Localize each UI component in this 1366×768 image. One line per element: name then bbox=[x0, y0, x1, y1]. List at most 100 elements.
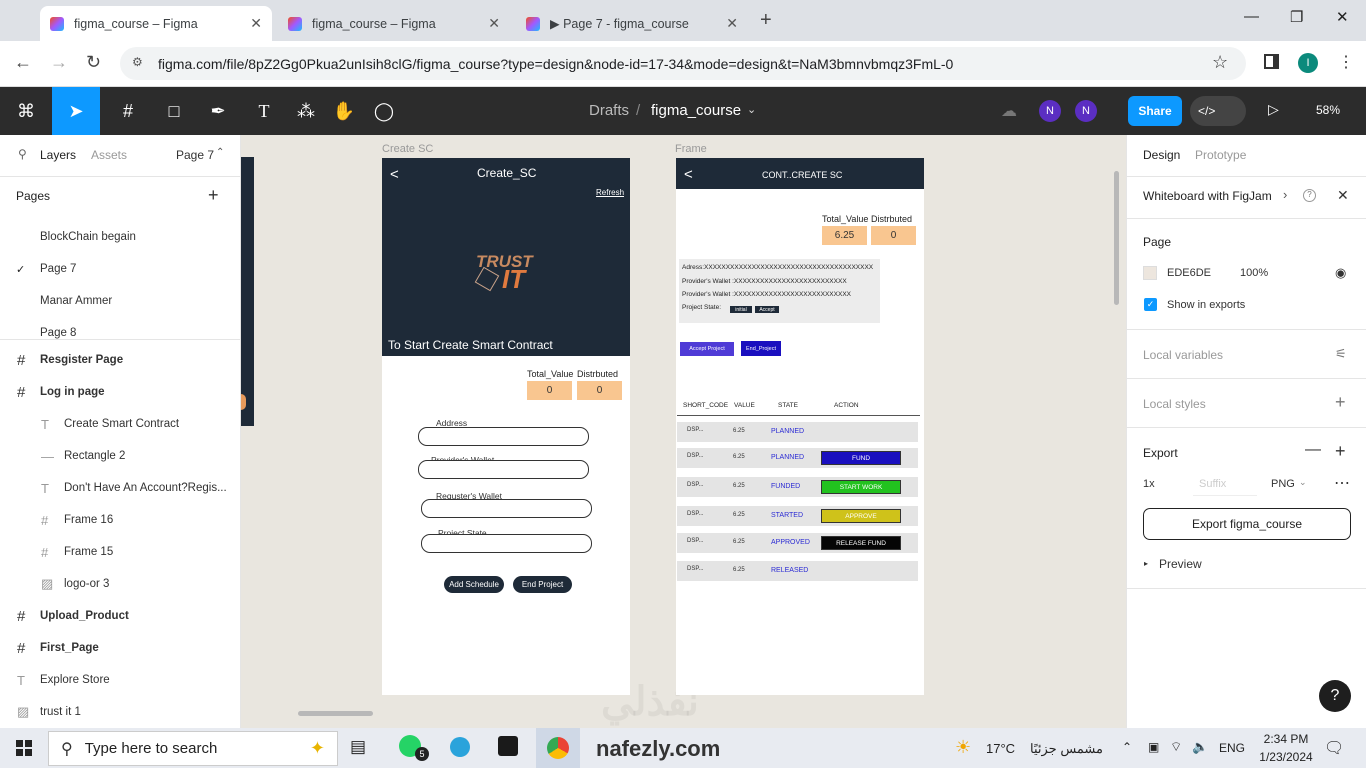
remove-export-icon[interactable]: — bbox=[1305, 441, 1321, 459]
page-opacity[interactable]: 100% bbox=[1240, 267, 1268, 279]
new-tab-icon[interactable]: + bbox=[760, 9, 772, 32]
avatar[interactable]: N bbox=[1039, 100, 1061, 122]
dev-mode-toggle[interactable]: </> bbox=[1190, 96, 1246, 126]
language-indicator[interactable]: ENG bbox=[1219, 741, 1245, 755]
frame-label[interactable]: Create SC bbox=[382, 143, 433, 155]
notifications-icon[interactable]: 🗨 bbox=[1324, 738, 1344, 758]
page-color-hex[interactable]: EDE6DE bbox=[1167, 267, 1211, 279]
whiteboard-banner[interactable]: Whiteboard with FigJam bbox=[1143, 189, 1272, 203]
frame-tool-icon[interactable]: # bbox=[110, 87, 146, 135]
table-row[interactable]: DSP... 6.25 FUNDED START WORK bbox=[677, 477, 918, 497]
browser-tab-active[interactable]: figma_course – Figma ✕ bbox=[40, 6, 272, 41]
eye-icon[interactable]: ◉ bbox=[1335, 265, 1346, 281]
resources-icon[interactable]: ⁂ bbox=[290, 87, 322, 135]
export-button[interactable]: Export figma_course bbox=[1143, 508, 1351, 540]
tab-design[interactable]: Design bbox=[1143, 148, 1180, 162]
caret-right-icon[interactable]: ▸ bbox=[1144, 559, 1148, 568]
chevron-down-icon[interactable]: ⌄ bbox=[1299, 477, 1307, 488]
add-page-icon[interactable]: + bbox=[208, 185, 219, 206]
bookmark-star-icon[interactable]: ☆ bbox=[1212, 52, 1228, 73]
chevron-up-icon[interactable]: ⌃ bbox=[216, 147, 224, 158]
add-schedule-button[interactable]: Add Schedule bbox=[444, 576, 504, 593]
layer-item[interactable]: — Rectangle 2 bbox=[0, 440, 240, 472]
action-button[interactable]: RELEASE FUND bbox=[821, 536, 901, 550]
page-item[interactable]: BlockChain begain bbox=[0, 221, 240, 253]
pen-tool-icon[interactable]: ✒ bbox=[200, 87, 236, 135]
browser-menu-icon[interactable]: ⋮ bbox=[1338, 52, 1354, 72]
page-item[interactable]: Manar Ammer bbox=[0, 285, 240, 317]
chevron-right-icon[interactable]: › bbox=[1283, 187, 1287, 202]
export-scale[interactable]: 1x bbox=[1143, 478, 1155, 490]
browser-tab[interactable]: figma_course – Figma ✕ bbox=[278, 6, 510, 41]
accept-project-button[interactable]: Accept Project bbox=[680, 342, 734, 356]
close-tab-icon[interactable]: ✕ bbox=[250, 15, 262, 32]
add-style-icon[interactable]: + bbox=[1335, 392, 1346, 413]
clion-icon[interactable] bbox=[498, 736, 518, 756]
layer-item[interactable]: # Frame 16 bbox=[0, 504, 240, 536]
back-icon[interactable]: ← bbox=[14, 52, 32, 73]
back-icon[interactable]: < bbox=[684, 166, 693, 183]
close-icon[interactable]: ✕ bbox=[1337, 187, 1349, 204]
back-icon[interactable]: < bbox=[390, 166, 399, 183]
browser-tab[interactable]: ▶ Page 7 - figma_course ✕ bbox=[516, 6, 748, 41]
table-row[interactable]: DSP... 6.25 RELEASED bbox=[677, 561, 918, 581]
end-project-button[interactable]: End_Project bbox=[741, 341, 781, 356]
text-tool-icon[interactable]: T bbox=[248, 87, 280, 135]
export-format[interactable]: PNG bbox=[1271, 478, 1295, 490]
file-name[interactable]: figma_course bbox=[651, 102, 741, 119]
clock-date[interactable]: 1/23/2024 bbox=[1256, 750, 1316, 764]
page-color-swatch[interactable] bbox=[1143, 266, 1157, 280]
tab-assets[interactable]: Assets bbox=[91, 148, 127, 162]
more-options-icon[interactable]: ⋯ bbox=[1334, 473, 1350, 493]
weather-icon[interactable]: ☀ bbox=[955, 737, 971, 758]
weather-desc[interactable]: مشمس جزئيًا bbox=[1030, 741, 1103, 757]
suffix-input[interactable]: Suffix bbox=[1193, 474, 1257, 496]
volume-icon[interactable]: 🔈 bbox=[1192, 739, 1208, 755]
frame-label[interactable]: Frame bbox=[675, 143, 707, 155]
url-bar[interactable]: figma.com/file/8pZ2Gg0Pkua2unIsih8clG/fi… bbox=[120, 47, 1246, 80]
tab-layers[interactable]: Layers bbox=[40, 148, 76, 162]
action-button[interactable]: START WORK bbox=[821, 480, 901, 494]
task-view-icon[interactable]: ▤ bbox=[350, 737, 366, 757]
requester-wallet-input[interactable] bbox=[421, 499, 592, 518]
breadcrumb-drafts[interactable]: Drafts bbox=[589, 102, 629, 119]
weather-temp[interactable]: 17°C bbox=[986, 741, 1015, 756]
wifi-icon[interactable]: ⌔ bbox=[1170, 739, 1182, 755]
search-icon[interactable]: ⚲ bbox=[18, 147, 27, 161]
help-circle-icon[interactable]: ? bbox=[1303, 189, 1316, 202]
layer-item[interactable]: T Don't Have An Account?Regis... bbox=[0, 472, 240, 504]
local-variables[interactable]: Local variables bbox=[1143, 348, 1223, 362]
close-tab-icon[interactable]: ✕ bbox=[726, 15, 738, 32]
reload-icon[interactable]: ↻ bbox=[86, 52, 101, 73]
restore-icon[interactable]: ❐ bbox=[1290, 8, 1303, 26]
table-row[interactable]: DSP... 6.25 PLANNED bbox=[677, 422, 918, 442]
help-button[interactable]: ? bbox=[1319, 680, 1351, 712]
table-row[interactable]: DSP... 6.25 APPROVED RELEASE FUND bbox=[677, 533, 918, 553]
close-window-icon[interactable]: ✕ bbox=[1336, 8, 1349, 26]
layer-item[interactable]: # Upload_Product bbox=[0, 600, 240, 632]
zoom-level[interactable]: 58% bbox=[1316, 103, 1340, 117]
provider-wallet-input[interactable] bbox=[418, 460, 589, 479]
horizontal-scrollbar[interactable] bbox=[298, 711, 373, 716]
windows-start-icon[interactable] bbox=[16, 740, 32, 756]
avatar[interactable]: N bbox=[1075, 100, 1097, 122]
layer-item[interactable]: # Log in page bbox=[0, 376, 240, 408]
action-button[interactable]: APPROVE bbox=[821, 509, 901, 523]
layer-item[interactable]: ▨ trust it 1 bbox=[0, 696, 240, 728]
close-tab-icon[interactable]: ✕ bbox=[488, 15, 500, 32]
show-in-exports-checkbox[interactable]: ✓ bbox=[1144, 298, 1157, 311]
vertical-scrollbar[interactable] bbox=[1114, 171, 1119, 305]
action-button[interactable]: FUND bbox=[821, 451, 901, 465]
main-menu-icon[interactable]: ⌘ bbox=[8, 87, 44, 135]
address-input[interactable] bbox=[418, 427, 589, 446]
taskbar-search[interactable]: ⚲ Type here to search ✦ bbox=[48, 731, 338, 766]
minimize-icon[interactable]: — bbox=[1244, 8, 1259, 25]
clock-time[interactable]: 2:34 PM bbox=[1258, 732, 1314, 746]
local-styles[interactable]: Local styles bbox=[1143, 397, 1206, 411]
add-export-icon[interactable]: + bbox=[1335, 441, 1346, 462]
chevron-down-icon[interactable]: ⌄ bbox=[747, 103, 756, 116]
tab-prototype[interactable]: Prototype bbox=[1195, 148, 1246, 162]
page-item[interactable]: ✓ Page 7 bbox=[0, 253, 240, 285]
variables-icon[interactable]: ⚟ bbox=[1335, 346, 1347, 362]
layer-item[interactable]: # Resgister Page bbox=[0, 344, 240, 376]
